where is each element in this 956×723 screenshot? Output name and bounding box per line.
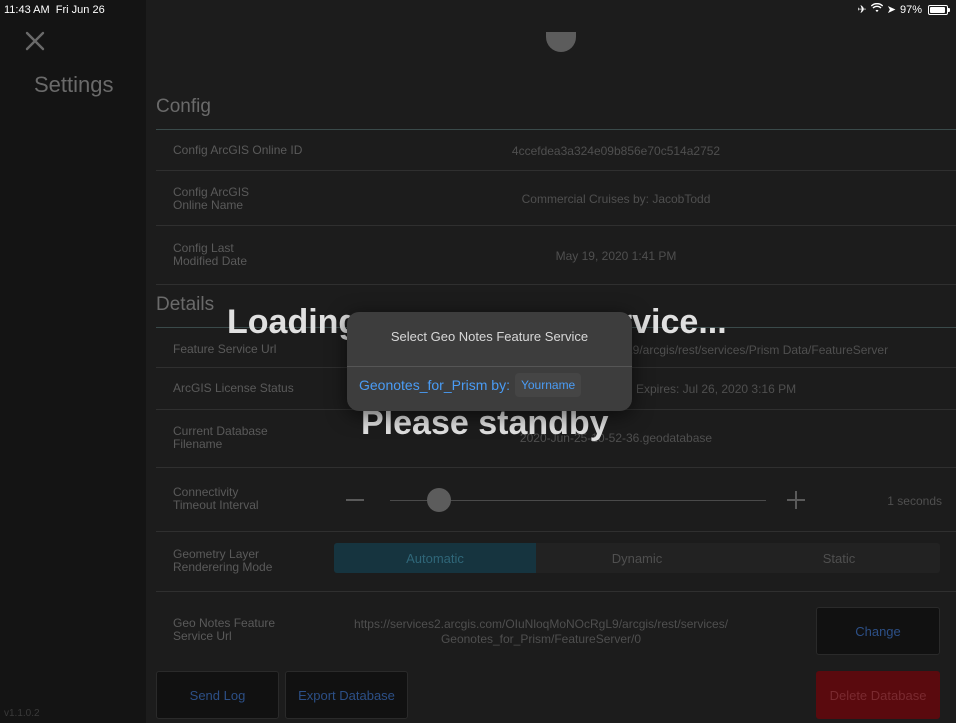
popover-divider	[347, 366, 632, 367]
battery-percent: 97%	[899, 3, 922, 16]
license-status-label: ArcGIS License Status	[173, 381, 294, 395]
connectivity-row: Connectivity Timeout Interval 1 seconds	[156, 468, 956, 532]
export-database-button[interactable]: Export Database	[285, 671, 408, 719]
airplane-icon: ✈	[857, 4, 867, 16]
config-id-label: Config ArcGIS Online ID	[173, 143, 303, 157]
segment-static[interactable]: Static	[738, 543, 940, 573]
change-url-button[interactable]: Change	[816, 607, 940, 655]
config-modified-row: Config Last Modified Date May 19, 2020 1…	[156, 226, 956, 285]
select-service-popover: Select Geo Notes Feature Service Geonote…	[347, 312, 632, 411]
config-id-row: Config ArcGIS Online ID 4ccefdea3a324e09…	[156, 130, 956, 171]
geo-notes-url-value: https://services2.arcgis.com/OIuNloqMoNO…	[353, 617, 729, 646]
feature-service-url-label: Feature Service Url	[173, 342, 277, 356]
plus-icon	[795, 491, 797, 509]
send-log-button[interactable]: Send Log	[156, 671, 279, 719]
status-time-date: 11:43 AM Fri Jun 26	[4, 4, 105, 16]
segment-automatic[interactable]: Automatic	[334, 543, 536, 573]
config-name-value: Commercial Cruises by: JacobTodd	[521, 192, 711, 206]
config-name-row: Config ArcGIS Online Name Commercial Cru…	[156, 171, 956, 226]
config-id-value: 4ccefdea3a324e09b856e70c514a2752	[511, 144, 721, 158]
close-button[interactable]	[22, 28, 48, 54]
config-modified-label: Config Last Modified Date	[173, 241, 248, 268]
service-option[interactable]: Geonotes_for_Prism by: Yourname	[359, 373, 582, 397]
close-icon	[25, 31, 45, 51]
status-time: 11:43 AM	[4, 4, 50, 16]
config-name-label: Config ArcGIS Online Name	[173, 185, 250, 212]
sidebar-title: Settings	[34, 72, 114, 97]
status-bar: 11:43 AM Fri Jun 26 ✈ ➤ 97%	[0, 0, 956, 20]
database-filename-label: Current Database Filename	[173, 424, 268, 451]
battery-icon	[928, 4, 950, 15]
timeout-slider-knob[interactable]	[426, 488, 451, 512]
service-option-name[interactable]: Geonotes_for_Prism by:	[359, 377, 510, 393]
service-option-user[interactable]: Yourname	[514, 373, 582, 397]
feature-service-url-value: L9/arcgis/rest/services/Prism Data/Featu…	[626, 343, 889, 357]
status-icons: ✈ ➤ 97%	[857, 2, 950, 16]
location-arrow-icon: ➤	[886, 4, 896, 16]
wifi-icon	[870, 2, 883, 16]
decrease-timeout-button[interactable]	[346, 499, 364, 501]
config-section-title: Config	[156, 96, 211, 117]
partial-row	[156, 32, 956, 70]
license-status-value: Expires: Jul 26, 2020 3:16 PM	[636, 382, 797, 396]
geometry-mode-segmented-control: Automatic Dynamic Static	[334, 543, 940, 573]
popover-title: Select Geo Notes Feature Service	[390, 329, 589, 344]
connectivity-label: Connectivity Timeout Interval	[173, 485, 259, 512]
delete-database-button[interactable]: Delete Database	[816, 671, 940, 719]
geometry-mode-label: Geometry Layer Renderering Mode	[173, 547, 273, 574]
sidebar: Settings v1.1.0.2	[0, 0, 146, 723]
partial-slider-knob[interactable]	[546, 32, 576, 52]
loading-message-start: Loading	[227, 303, 360, 341]
version-label: v1.1.0.2	[4, 708, 40, 719]
geo-notes-url-label: Geo Notes Feature Service Url	[173, 616, 276, 643]
config-modified-value: May 19, 2020 1:41 PM	[555, 249, 677, 263]
loading-message: Loading ervice...	[227, 303, 727, 342]
details-section-title: Details	[156, 294, 215, 315]
status-date: Fri Jun 26	[55, 4, 105, 16]
segment-dynamic[interactable]: Dynamic	[536, 543, 738, 573]
timeout-value: 1 seconds	[887, 494, 942, 508]
